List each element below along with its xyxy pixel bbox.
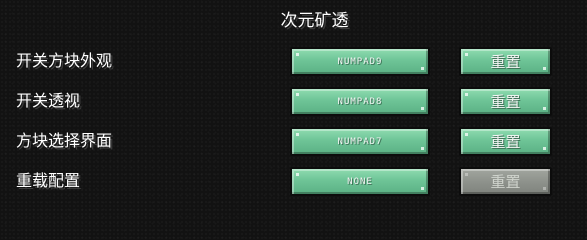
keybind-row-block-selection-screen: 方块选择界面 NUMPAD7 重置 [0,127,587,156]
reset-button[interactable]: 重置 [459,47,552,76]
keybind-row-toggle-block-appearance: 开关方块外观 NUMPAD9 重置 [0,47,587,76]
keybind-button[interactable]: NUMPAD9 [290,47,430,76]
keybind-button[interactable]: NONE [290,167,430,196]
reset-label: 重置 [490,173,521,191]
reset-button[interactable]: 重置 [459,87,552,116]
keybind-label: 重载配置 [16,171,81,190]
keybind-button[interactable]: NUMPAD8 [290,87,430,116]
keybind-label: 开关透视 [16,91,81,110]
keybind-label: 开关方块外观 [16,51,113,70]
keybind-row-reload-config: 重载配置 NONE 重置 [0,167,587,196]
keybind-value: NONE [347,176,373,187]
keybind-label: 方块选择界面 [16,131,113,150]
keybind-row-toggle-xray: 开关透视 NUMPAD8 重置 [0,87,587,116]
keybind-button[interactable]: NUMPAD7 [290,127,430,156]
reset-button-disabled: 重置 [459,167,552,196]
screen-title: 次元矿透 [280,11,349,31]
keybind-value: NUMPAD9 [337,56,383,67]
keybind-value: NUMPAD8 [337,96,383,107]
reset-label: 重置 [490,53,521,71]
reset-label: 重置 [490,93,521,111]
reset-button[interactable]: 重置 [459,127,552,156]
reset-label: 重置 [490,133,521,151]
keybind-value: NUMPAD7 [337,136,383,147]
